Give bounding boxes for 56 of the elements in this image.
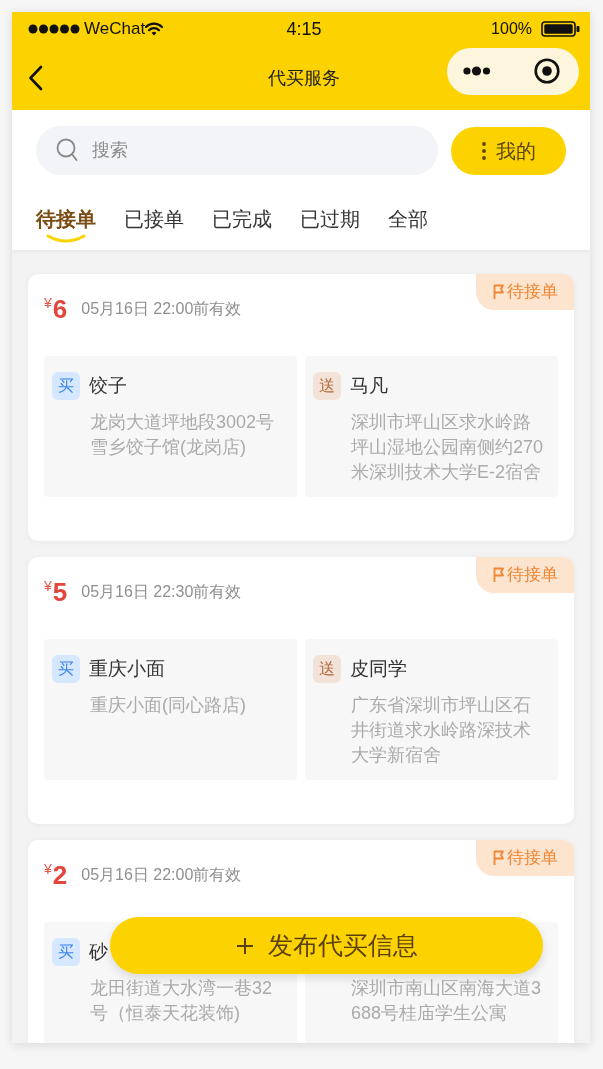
price-amount: 6: [52, 296, 68, 322]
search-field[interactable]: 搜索: [36, 126, 438, 175]
deadline-text: 05月16日 22:00前有效: [81, 865, 242, 885]
stop-address: 广东省深圳市坪山区石井街道求水岭路深技术大学新宿舍: [351, 694, 532, 767]
clock-time: 4:15: [286, 17, 322, 41]
currency-symbol: ¥: [44, 296, 52, 310]
stop-address: 龙田街道大水湾一巷32号（恒泰天花装饰): [90, 977, 274, 1025]
stop-tag: 买: [52, 938, 80, 966]
order-card[interactable]: 待接单 ¥6 05月16日 22:00前有效 买 饺子 龙岗大道坪地段3002号雪乡饺子馆(龙岗店) 送 马凡 深圳市坪山区求水岭路坪山湿地公园南侧约270米深圳技术大学E-2宿舍: [28, 274, 574, 541]
stop-name: 皮同学: [350, 657, 407, 681]
battery-icon: [541, 21, 580, 37]
flag-icon: [492, 850, 505, 866]
stop-tag: 买: [52, 655, 80, 683]
more-dots-icon[interactable]: [463, 66, 491, 76]
stop-address: 重庆小面(同心路店): [90, 694, 247, 717]
back-chevron-icon[interactable]: [28, 65, 43, 91]
order-card[interactable]: 待接单 ¥5 05月16日 22:30前有效 买 重庆小面 重庆小面(同心路店) 送 皮同学 广东省深圳市坪山区石井街道求水岭路深技术大学新宿舍: [28, 557, 574, 824]
status-label: 待接单: [506, 281, 558, 304]
flag-icon: [492, 284, 505, 300]
price-amount: 5: [52, 579, 68, 605]
signal-icon: [28, 24, 80, 34]
filter-tab[interactable]: 全部: [388, 205, 428, 243]
publish-button[interactable]: 发布代买信息: [110, 917, 543, 974]
curve-indicator-icon: [46, 234, 86, 243]
wifi-icon: [145, 22, 164, 36]
stop-name: 马凡: [350, 374, 388, 398]
target-icon[interactable]: [534, 58, 560, 84]
stop-name: 砂: [89, 940, 108, 964]
carrier-label: WeChat: [84, 18, 146, 41]
stop-tag: 送: [313, 372, 341, 400]
currency-symbol: ¥: [44, 862, 52, 876]
stop-address: 龙岗大道坪地段3002号雪乡饺子馆(龙岗店): [90, 411, 276, 459]
stop-name: 重庆小面: [89, 657, 165, 681]
battery-percent: 100%: [491, 19, 532, 39]
vertical-dots-icon: [481, 141, 486, 160]
filter-tab[interactable]: 待接单: [36, 205, 96, 243]
status-label: 待接单: [506, 847, 558, 870]
stop-tag: 买: [52, 372, 80, 400]
currency-symbol: ¥: [44, 579, 52, 593]
filter-tab[interactable]: 已过期: [300, 205, 360, 243]
plus-icon: [235, 936, 254, 955]
flag-icon: [492, 567, 505, 583]
search-icon: [56, 138, 78, 162]
stop-address: 深圳市南山区南海大道3688号桂庙学生公寓: [351, 977, 542, 1025]
deadline-text: 05月16日 22:30前有效: [81, 582, 242, 602]
filter-tab[interactable]: 已完成: [212, 205, 272, 243]
stop-name: 饺子: [89, 374, 127, 398]
capsule-menu[interactable]: [447, 47, 579, 95]
stop-address: 深圳市坪山区求水岭路坪山湿地公园南侧约270米深圳技术大学E-2宿舍: [351, 411, 545, 484]
status-label: 待接单: [506, 564, 558, 587]
mine-button[interactable]: 我的: [451, 126, 566, 175]
stop-tag: 送: [313, 655, 341, 683]
price-amount: 2: [52, 862, 68, 888]
deadline-text: 05月16日 22:00前有效: [81, 299, 242, 319]
filter-tab[interactable]: 已接单: [124, 205, 184, 243]
page-title: 代买服务: [267, 66, 340, 90]
